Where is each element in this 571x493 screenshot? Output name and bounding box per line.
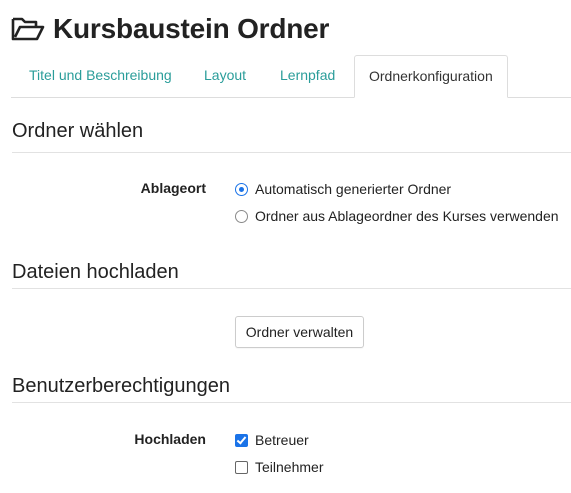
checkbox-option-betreuer[interactable]: Betreuer [235,430,309,450]
tab-lernpfad[interactable]: Lernpfad [279,55,336,95]
ablageort-label: Ablageort [140,180,206,196]
checkbox[interactable] [235,460,248,474]
tab-ordnerkonfiguration[interactable]: Ordnerkonfiguration [354,55,508,98]
radio-label: Automatisch generierter Ordner [255,181,452,197]
section-title-dateien-hochladen: Dateien hochladen [12,261,179,283]
radio-option-automatic-folder[interactable]: Automatisch generierter Ordner [235,179,451,199]
radio-option-course-storage-folder[interactable]: Ordner aus Ablageordner des Kurses verwe… [235,206,559,226]
section-title-ordner-waehlen: Ordner wählen [12,120,144,142]
checkbox-label: Teilnehmer [255,459,324,475]
radio-button[interactable] [235,209,248,223]
checkbox-option-teilnehmer[interactable]: Teilnehmer [235,457,323,477]
section-divider [12,288,571,289]
folder-open-icon [11,16,45,42]
tab-bar: Titel und Beschreibung Layout Lernpfad O… [11,55,571,98]
page-title: Kursbaustein Ordner [11,10,329,48]
section-divider [12,152,571,153]
tab-layout[interactable]: Layout [203,55,247,95]
hochladen-label: Hochladen [134,431,206,447]
section-divider [12,402,571,403]
radio-label: Ordner aus Ablageordner des Kurses verwe… [255,208,559,224]
tab-titel-und-beschreibung[interactable]: Titel und Beschreibung [28,55,173,95]
section-title-benutzerberechtigungen: Benutzerberechtigungen [12,375,230,397]
checkbox[interactable] [235,433,248,447]
page-title-text: Kursbaustein Ordner [53,13,330,44]
checkbox-label: Betreuer [255,432,309,448]
manage-folder-button[interactable]: Ordner verwalten [235,316,364,348]
radio-button[interactable] [235,182,248,196]
